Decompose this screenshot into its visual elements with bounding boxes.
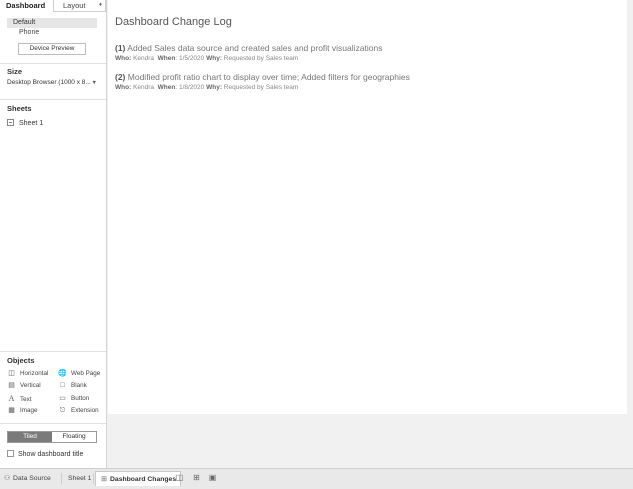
text-icon: A — [8, 394, 15, 403]
object-label: Vertical — [20, 382, 41, 389]
tiled-floating-toggle: Tiled Floating — [7, 431, 97, 443]
dashboard-side-panel: Dashboard Layout ♦ Default Phone Device … — [0, 0, 107, 468]
horizontal-container-icon: ◫ — [8, 370, 15, 377]
object-label: Image — [20, 407, 38, 414]
object-label: Button — [71, 395, 90, 402]
objects-section-title: Objects — [7, 356, 35, 365]
object-extension[interactable]: ⎋ Extension — [58, 406, 99, 416]
when-value: : 1/5/2020 — [175, 55, 205, 62]
show-dashboard-title-option[interactable]: Show dashboard title — [7, 450, 83, 459]
device-default-item[interactable]: Default — [7, 18, 97, 28]
floating-button[interactable]: Floating — [52, 432, 96, 442]
object-label: Web Page — [71, 370, 101, 377]
entry-text: Modified profit ratio chart to display o… — [127, 72, 410, 82]
object-label: Text — [20, 396, 32, 403]
divider — [0, 99, 106, 100]
vertical-container-icon: ▤ — [8, 382, 15, 389]
sheet-tab-bar: ⚇ Data Source Sheet 1 ⊞ Dashboard Changes … — [0, 468, 633, 489]
new-worksheet-icon[interactable]: ◫ — [174, 472, 185, 484]
when-label: When — [157, 55, 176, 62]
tab-dashboard[interactable]: Dashboard — [0, 0, 53, 13]
extension-icon: ⎋ — [59, 407, 66, 414]
why-label: Why: — [206, 84, 222, 91]
divider — [61, 473, 62, 484]
tiled-button[interactable]: Tiled — [8, 432, 52, 442]
sheets-section-title: Sheets — [7, 104, 32, 113]
tab-data-source[interactable]: ⚇ Data Source — [3, 471, 51, 486]
object-image[interactable]: ▦ Image — [7, 406, 38, 416]
change-log-meta-1: Who: Kendra When: 1/5/2020 Why: Requeste… — [115, 55, 298, 62]
why-value: Requested by Sales team — [223, 55, 299, 62]
who-value: Kendra — [133, 84, 155, 91]
entry-number: (1) — [115, 43, 126, 53]
who-value: Kendra — [133, 55, 155, 62]
when-value: : 1/8/2020 — [175, 84, 205, 91]
object-label: Blank — [71, 382, 87, 389]
divider — [93, 473, 94, 484]
tab-layout-label: Layout — [63, 1, 86, 10]
tab-sheet1[interactable]: Sheet 1 — [68, 471, 91, 486]
sheet-item-sheet1[interactable]: Sheet 1 — [7, 119, 43, 129]
object-button[interactable]: ▭ Button — [58, 394, 89, 404]
who-label: Who: — [115, 84, 132, 91]
object-text[interactable]: A Text — [7, 394, 32, 404]
entry-text: Added Sales data source and created sale… — [127, 43, 383, 53]
object-web-page[interactable]: 🌐 Web Page — [58, 369, 100, 379]
size-section-title: Size — [7, 67, 23, 76]
divider — [0, 63, 106, 64]
size-dropdown-value: Desktop Browser (1000 x 8... — [7, 79, 91, 86]
object-blank[interactable]: □ Blank — [58, 381, 87, 391]
tableau-window: Dashboard Layout ♦ Default Phone Device … — [0, 0, 633, 489]
sort-arrows-icon: ♦ — [98, 2, 102, 8]
image-icon: ▦ — [8, 407, 15, 414]
divider — [0, 351, 106, 352]
database-icon: ⚇ — [3, 475, 11, 482]
dashboard-icon: ⊞ — [101, 476, 107, 483]
side-panel-tabs: Dashboard Layout ♦ — [0, 0, 106, 13]
dashboard-canvas: Dashboard Change Log (1) Added Sales dat… — [108, 0, 627, 414]
divider — [0, 423, 106, 424]
object-label: Extension — [71, 407, 99, 414]
why-label: Why: — [206, 55, 222, 62]
tab-layout[interactable]: Layout ♦ — [53, 0, 106, 12]
chevron-down-icon: ▼ — [91, 80, 97, 86]
change-log-meta-2: Who: Kendra When: 1/8/2020 Why: Requeste… — [115, 84, 298, 91]
new-dashboard-icon[interactable]: ⊞ — [191, 472, 202, 484]
change-log-entry-1: (1) Added Sales data source and created … — [115, 43, 382, 53]
sheet-item-label: Sheet 1 — [19, 120, 44, 127]
tab-data-source-label: Data Source — [13, 475, 51, 482]
when-label: When — [157, 84, 176, 91]
size-dropdown[interactable]: Desktop Browser (1000 x 8... ▼ — [7, 78, 99, 88]
device-phone-item[interactable]: Phone — [19, 29, 39, 36]
dashboard-title: Dashboard Change Log — [115, 16, 232, 28]
blank-icon: □ — [60, 382, 65, 389]
entry-number: (2) — [115, 72, 126, 82]
object-vertical[interactable]: ▤ Vertical — [7, 381, 41, 391]
globe-icon: 🌐 — [58, 370, 67, 377]
who-label: Who: — [115, 55, 132, 62]
why-value: Requested by Sales team — [223, 84, 299, 91]
tab-dashboard-changes-label: Dashboard Changes — [110, 476, 177, 483]
object-horizontal[interactable]: ◫ Horizontal — [7, 369, 48, 379]
show-title-checkbox[interactable] — [7, 450, 14, 457]
object-label: Horizontal — [20, 370, 49, 377]
button-icon: ▭ — [59, 395, 66, 402]
show-title-label: Show dashboard title — [18, 451, 84, 458]
device-preview-button[interactable]: Device Preview — [18, 43, 86, 55]
new-story-icon[interactable]: ▣ — [207, 472, 218, 484]
tab-dashboard-changes[interactable]: ⊞ Dashboard Changes — [95, 471, 182, 486]
worksheet-icon — [7, 119, 14, 126]
change-log-entry-2: (2) Modified profit ratio chart to displ… — [115, 72, 410, 82]
